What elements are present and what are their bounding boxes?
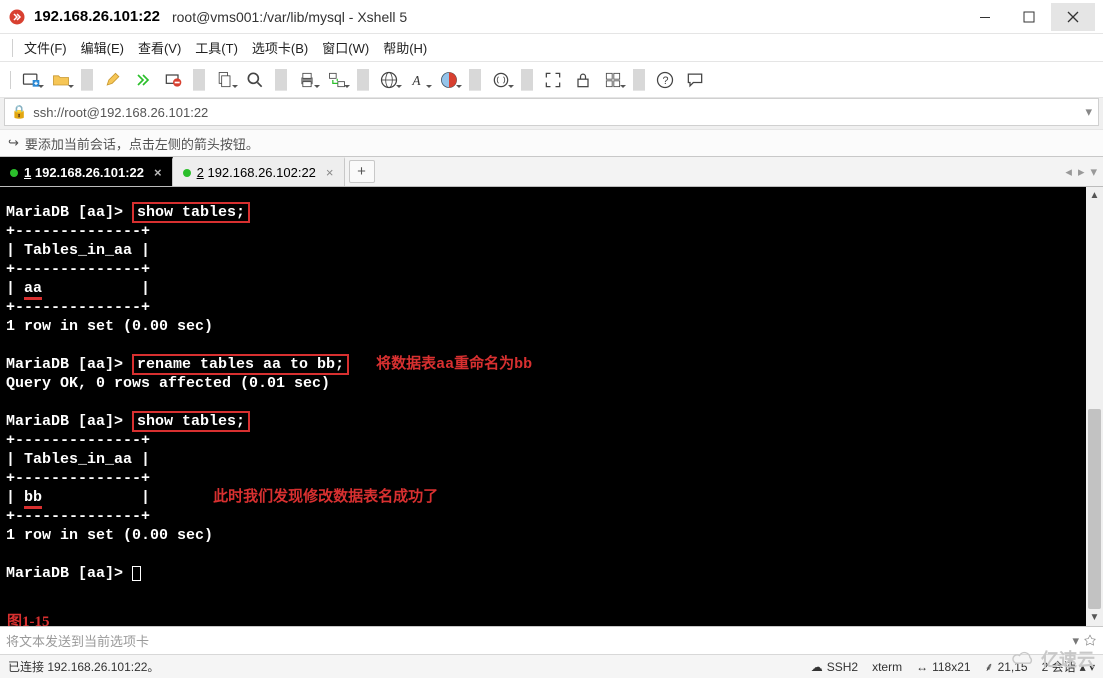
toolbar: A ? bbox=[0, 62, 1103, 98]
menu-window[interactable]: 窗口(W) bbox=[315, 34, 376, 61]
tab-menu-icon[interactable]: ▾ bbox=[1090, 164, 1097, 180]
address-url: ssh://root@192.168.26.101:22 bbox=[33, 105, 208, 120]
maximize-button[interactable] bbox=[1007, 3, 1051, 31]
terminal-area: MariaDB [aa]> show tables; +------------… bbox=[0, 187, 1103, 626]
minimize-button[interactable] bbox=[963, 3, 1007, 31]
reconnect-button[interactable] bbox=[129, 66, 157, 94]
status-protocol: ☁ SSH2 bbox=[811, 660, 858, 674]
menu-tabs[interactable]: 选项卡(B) bbox=[245, 34, 315, 61]
terminal-cursor bbox=[132, 566, 141, 581]
svg-text:?: ? bbox=[663, 75, 669, 87]
annotation-text: 此时我们发现修改数据表名成功了 bbox=[213, 489, 438, 506]
new-session-button[interactable] bbox=[17, 66, 45, 94]
xshell-icon bbox=[8, 8, 26, 26]
svg-text:A: A bbox=[411, 73, 421, 88]
toolbar-grip bbox=[10, 71, 11, 89]
window-title: root@vms001:/var/lib/mysql - Xshell 5 bbox=[172, 9, 407, 25]
copy-button[interactable] bbox=[211, 66, 239, 94]
address-bar[interactable]: 🔒 ssh://root@192.168.26.101:22 ▾ bbox=[4, 98, 1099, 126]
layout-button[interactable] bbox=[599, 66, 627, 94]
tab-session-1[interactable]: 1 192.168.26.101:22 × bbox=[0, 157, 173, 186]
fullscreen-button[interactable] bbox=[539, 66, 567, 94]
print-button[interactable] bbox=[293, 66, 321, 94]
tab-label: 192.168.26.101:22 bbox=[35, 165, 144, 180]
menu-edit[interactable]: 编辑(E) bbox=[74, 34, 131, 61]
input-placeholder: 将文本发送到当前选项卡 bbox=[6, 631, 149, 650]
hint-bar: ↪ 要添加当前会话，点击左侧的箭头按钮。 bbox=[0, 129, 1103, 157]
terminal[interactable]: MariaDB [aa]> show tables; +------------… bbox=[0, 187, 1086, 626]
tab-close-icon[interactable]: × bbox=[326, 165, 334, 180]
tab-prev-icon[interactable]: ◂ bbox=[1065, 164, 1072, 180]
address-dropdown-icon[interactable]: ▾ bbox=[1085, 104, 1092, 120]
sep bbox=[357, 69, 369, 91]
highlight-underline: bb bbox=[24, 489, 42, 509]
send-input-bar[interactable]: 将文本发送到当前选项卡 ▾ bbox=[0, 626, 1103, 654]
scroll-up-icon[interactable]: ▲ bbox=[1086, 187, 1103, 204]
tab-label: 192.168.26.102:22 bbox=[207, 165, 315, 180]
hint-text: 要添加当前会话，点击左侧的箭头按钮。 bbox=[25, 134, 259, 153]
menubar: 文件(F) 编辑(E) 查看(V) 工具(T) 选项卡(B) 窗口(W) 帮助(… bbox=[0, 34, 1103, 62]
terminal-scrollbar[interactable]: ▲ ▼ bbox=[1086, 187, 1103, 626]
menu-tools[interactable]: 工具(T) bbox=[188, 34, 245, 61]
add-tab-button[interactable]: + bbox=[349, 160, 375, 183]
figure-label: 图1-15 bbox=[7, 613, 50, 626]
menu-view[interactable]: 查看(V) bbox=[131, 34, 188, 61]
highlight-box: rename tables aa to bb; bbox=[132, 354, 349, 375]
tab-index: 2 bbox=[197, 165, 204, 180]
lock-icon: 🔒 bbox=[11, 104, 27, 120]
tab-close-icon[interactable]: × bbox=[154, 165, 162, 180]
status-size: ↔ 118x21 bbox=[916, 660, 970, 674]
window-titlebar: 192.168.26.101:22 root@vms001:/var/lib/m… bbox=[0, 0, 1103, 34]
tab-next-icon[interactable]: ▸ bbox=[1078, 164, 1085, 180]
sep bbox=[275, 69, 287, 91]
tab-nav: ◂ ▸ ▾ bbox=[1059, 157, 1103, 186]
open-button[interactable] bbox=[47, 66, 75, 94]
scroll-track[interactable] bbox=[1086, 204, 1103, 609]
sep bbox=[81, 69, 93, 91]
status-dot-icon bbox=[10, 169, 18, 177]
session-tabs: 1 192.168.26.101:22 × 2 192.168.26.102:2… bbox=[0, 157, 1103, 187]
highlight-box: show tables; bbox=[132, 202, 250, 223]
status-term-type: xterm bbox=[872, 660, 902, 674]
font-button[interactable]: A bbox=[405, 66, 433, 94]
status-dot-icon bbox=[183, 169, 191, 177]
sep bbox=[521, 69, 533, 91]
window-controls bbox=[963, 3, 1095, 31]
hint-arrow-icon[interactable]: ↪ bbox=[8, 135, 19, 151]
annotation-text: 将数据表aa重命名为bb bbox=[376, 356, 532, 373]
globe-button[interactable] bbox=[375, 66, 403, 94]
help-button[interactable]: ? bbox=[651, 66, 679, 94]
tab-session-2[interactable]: 2 192.168.26.102:22 × bbox=[173, 157, 345, 186]
menu-help[interactable]: 帮助(H) bbox=[376, 34, 434, 61]
transfer-button[interactable] bbox=[323, 66, 351, 94]
color-button[interactable] bbox=[435, 66, 463, 94]
status-bar: 已连接 192.168.26.101:22。 ☁ SSH2 xterm ↔ 11… bbox=[0, 654, 1103, 678]
scroll-thumb[interactable] bbox=[1088, 409, 1101, 609]
tab-index: 1 bbox=[24, 165, 31, 180]
sep bbox=[193, 69, 205, 91]
lock-button[interactable] bbox=[569, 66, 597, 94]
scroll-down-icon[interactable]: ▼ bbox=[1086, 609, 1103, 626]
disconnect-button[interactable] bbox=[159, 66, 187, 94]
sep bbox=[469, 69, 481, 91]
menu-file[interactable]: 文件(F) bbox=[17, 34, 74, 61]
edit-button[interactable] bbox=[99, 66, 127, 94]
cloud-icon bbox=[1009, 650, 1037, 668]
close-button[interactable] bbox=[1051, 3, 1095, 31]
find-button[interactable] bbox=[241, 66, 269, 94]
titlebar-address: 192.168.26.101:22 bbox=[34, 8, 160, 25]
highlight-box: show tables; bbox=[132, 411, 250, 432]
script-button[interactable] bbox=[487, 66, 515, 94]
highlight-underline: aa bbox=[24, 280, 42, 300]
chat-button[interactable] bbox=[681, 66, 709, 94]
status-connection: 已连接 192.168.26.101:22。 bbox=[8, 658, 797, 675]
sep bbox=[633, 69, 645, 91]
watermark: 亿速云 bbox=[1009, 646, 1095, 672]
menubar-grip bbox=[12, 39, 13, 57]
